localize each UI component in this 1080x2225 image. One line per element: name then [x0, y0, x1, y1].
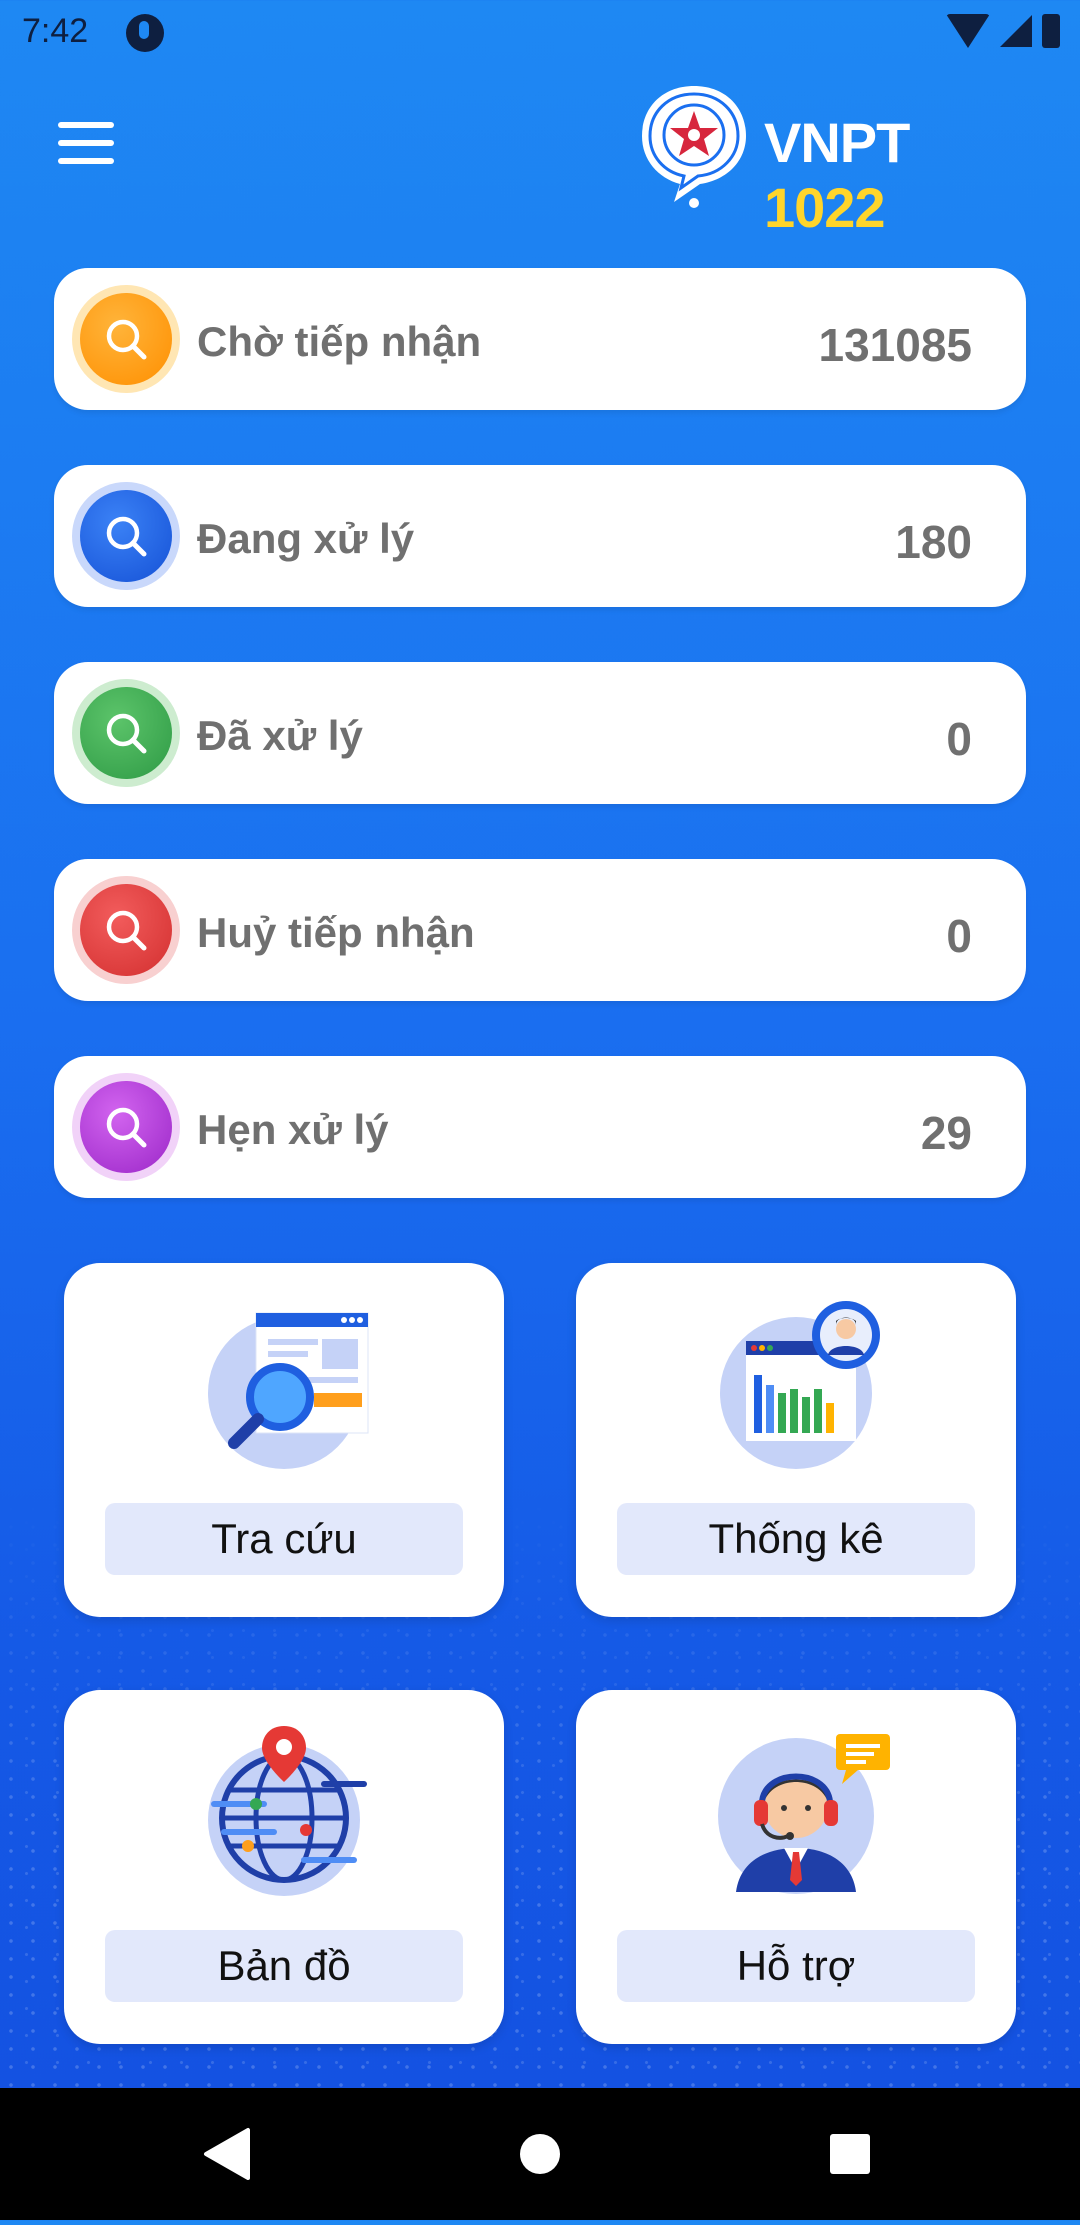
document-search-icon [208, 1312, 369, 1469]
vnpt-logo-icon [642, 86, 746, 208]
search-icon-halo [72, 482, 180, 590]
lookup-tile[interactable]: Tra cứu [64, 1263, 504, 1617]
nav-home-button[interactable] [470, 2088, 610, 2220]
status-card-label: Hẹn xử lý [197, 1106, 389, 1153]
statistics-chart-icon [720, 1301, 880, 1469]
search-icon [80, 884, 172, 976]
status-time: 7:42 [22, 12, 89, 50]
search-icon [80, 687, 172, 779]
status-card-label: Huỷ tiếp nhận [197, 909, 475, 956]
status-indicators [946, 14, 1060, 48]
support-tile[interactable]: Hỗ trợ [576, 1690, 1016, 2044]
tile-label: Tra cứu [105, 1503, 463, 1575]
search-icon [80, 293, 172, 385]
status-card-count: 131085 [818, 319, 973, 371]
status-card-count: 29 [920, 1107, 972, 1159]
tile-label: Hỗ trợ [617, 1930, 975, 2002]
status-card-cancelled[interactable]: Huỷ tiếp nhận 0 [54, 859, 1026, 1001]
logo-brand: VNPT [764, 111, 910, 174]
tile-label: Bản đồ [105, 1930, 463, 2002]
logo-text: VNPT 1022 [764, 110, 1014, 240]
search-icon [80, 490, 172, 582]
tile-label: Thống kê [617, 1503, 975, 1575]
signal-icon [1000, 15, 1032, 47]
battery-icon [1042, 14, 1060, 48]
status-card-label: Chờ tiếp nhận [197, 318, 482, 365]
search-icon-halo [72, 1073, 180, 1181]
navigation-bar [0, 2088, 1080, 2220]
wifi-icon [946, 14, 990, 48]
globe-map-icon [208, 1726, 367, 1896]
search-icon-halo [72, 876, 180, 984]
status-card-count: 180 [895, 516, 972, 568]
home-icon [520, 2134, 560, 2174]
status-card-label: Đã xử lý [197, 712, 363, 759]
search-icon-halo [72, 679, 180, 787]
logo-number: 1022 [764, 176, 886, 239]
menu-button[interactable] [58, 118, 118, 168]
search-icon [80, 1081, 172, 1173]
map-tile[interactable]: Bản đồ [64, 1690, 504, 2044]
app-logo: VNPT 1022 [634, 78, 1014, 239]
support-agent-icon [718, 1734, 890, 1894]
status-card-count: 0 [946, 713, 972, 765]
back-icon [204, 2128, 250, 2180]
statistics-tile[interactable]: Thống kê [576, 1263, 1016, 1617]
search-icon-halo [72, 285, 180, 393]
status-card-processing[interactable]: Đang xử lý 180 [54, 465, 1026, 607]
status-card-processed[interactable]: Đã xử lý 0 [54, 662, 1026, 804]
app-notification-icon [126, 14, 164, 52]
recent-apps-icon [830, 2134, 870, 2174]
status-card-scheduled[interactable]: Hẹn xử lý 29 [54, 1056, 1026, 1198]
status-bar: 7:42 [0, 0, 1080, 66]
status-card-waiting[interactable]: Chờ tiếp nhận 131085 [54, 268, 1026, 410]
nav-back-button[interactable] [156, 2088, 296, 2220]
status-card-count: 0 [946, 910, 972, 962]
status-card-label: Đang xử lý [197, 515, 415, 562]
nav-recent-button[interactable] [780, 2088, 920, 2220]
